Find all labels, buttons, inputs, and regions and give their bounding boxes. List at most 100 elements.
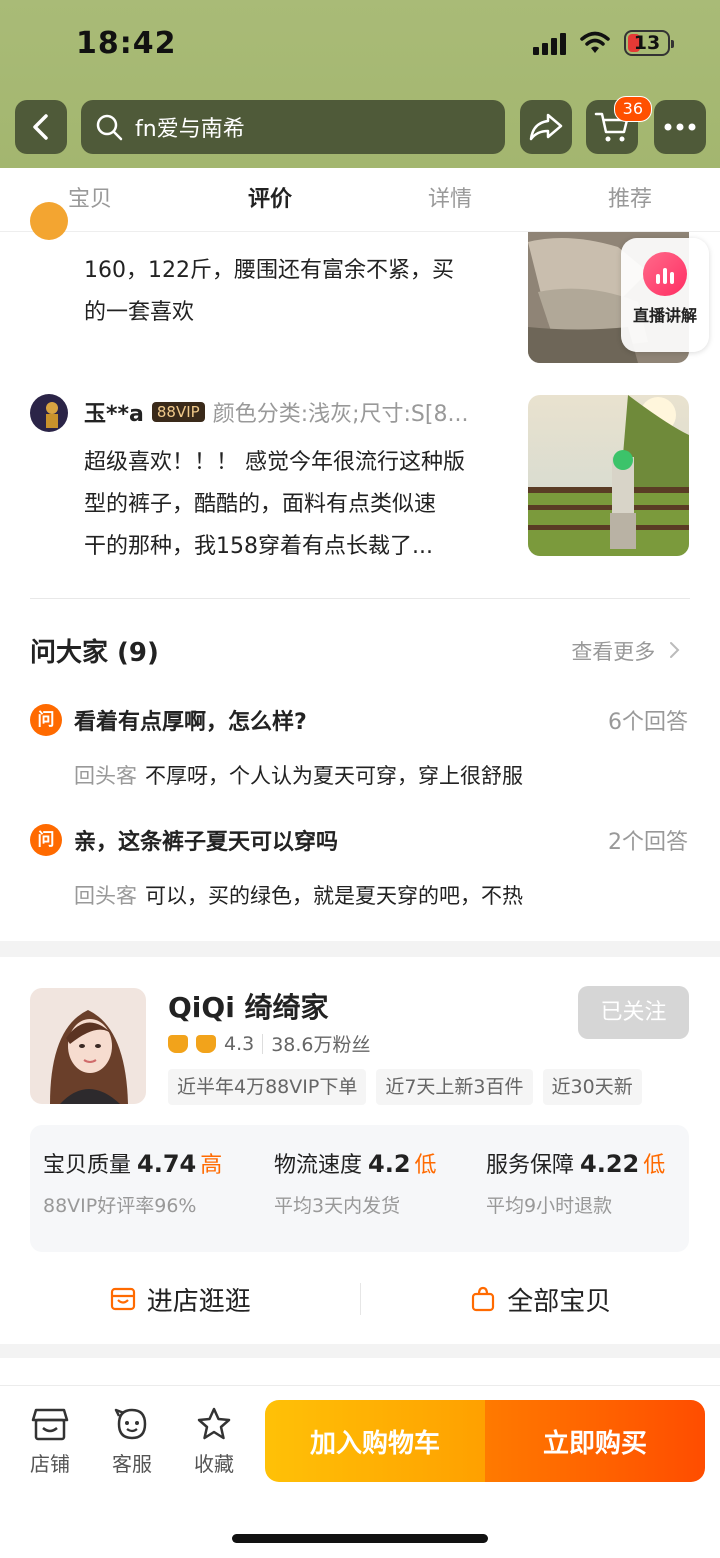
score-level: 低: [643, 1153, 666, 1178]
reviewer-name: 玉**a: [84, 402, 144, 427]
score-value: 4.74: [137, 1150, 197, 1178]
section-divider: [30, 598, 690, 599]
score-logistics: 物流速度 4.2 低 平均3天内发货: [274, 1147, 437, 1218]
review-text-line: 超级喜欢！！！ 感觉今年很流行这种版: [84, 450, 465, 475]
review-spec: 颜色分类:浅灰;尺寸:S[8...: [212, 402, 469, 427]
add-to-cart-button[interactable]: 加入购物车: [265, 1400, 485, 1482]
section-gap: [0, 1344, 720, 1358]
tab-recommend[interactable]: 推荐: [540, 168, 720, 231]
answer-text: 不厚呀，个人认为夏天可穿，穿上很舒服: [145, 764, 523, 788]
review-item[interactable]: 160，122斤，腰围还有富余不紧，买 的一套喜欢: [0, 202, 720, 372]
crown-icon: [168, 1034, 188, 1053]
favorite-nav-label: 收藏: [194, 1452, 234, 1476]
enter-shop-button[interactable]: 进店逛逛: [0, 1281, 360, 1318]
battery-icon: 13: [624, 30, 674, 56]
score-value: 4.2: [368, 1150, 411, 1178]
score-level: 低: [414, 1153, 437, 1178]
crown-icon: [196, 1034, 216, 1053]
store-icon: [110, 1287, 135, 1311]
review-text: 160，122斤，腰围还有富余不紧，买 的一套喜欢: [84, 250, 504, 334]
review-text: 超级喜欢！！！ 感觉今年很流行这种版 型的裤子，酷酷的，面料有点类似速 干的那种…: [84, 442, 504, 568]
score-label: 服务保障: [486, 1153, 575, 1178]
review-text-line: 干的那种，我158穿着有点长裁了...: [84, 534, 433, 559]
nav-toolbar: fn爱与南希 36: [0, 96, 720, 156]
review-photo[interactable]: [528, 395, 689, 556]
score-service: 服务保障 4.22 低 平均9小时退款: [486, 1147, 665, 1218]
answer-line: 回头客 不厚呀，个人认为夏天可穿，穿上很舒服: [74, 760, 523, 790]
review-photo-image: [528, 395, 689, 556]
meta-divider: [262, 1033, 264, 1054]
store-nav-button[interactable]: 店铺: [20, 1406, 80, 1477]
search-query: fn爱与南希: [135, 117, 245, 142]
battery-level: 13: [633, 32, 661, 54]
enter-shop-label: 进店逛逛: [146, 1286, 251, 1317]
score-label: 宝贝质量: [43, 1153, 132, 1178]
shop-tag: 近30天新: [542, 1069, 642, 1105]
shop-links: 进店逛逛 全部宝贝: [0, 1270, 720, 1328]
reviewer-avatar: [30, 394, 68, 432]
question-icon: 问: [30, 704, 62, 736]
shop-fans: 38.6万粉丝: [271, 1034, 371, 1056]
score-sub: 88VIP好评率96%: [43, 1195, 197, 1217]
review-item[interactable]: 玉**a 88VIP 颜色分类:浅灰;尺寸:S[8... 超级喜欢！！！ 感觉今…: [0, 394, 720, 564]
vip-badge: 88VIP: [151, 402, 205, 422]
score-quality: 宝贝质量 4.74 高 88VIP好评率96%: [43, 1147, 222, 1218]
service-nav-label: 客服: [112, 1452, 152, 1476]
all-items-button[interactable]: 全部宝贝: [361, 1281, 720, 1318]
store-nav-label: 店铺: [30, 1452, 70, 1476]
shop-avatar-image: [30, 988, 146, 1104]
tab-items[interactable]: 宝贝: [0, 168, 180, 231]
shop-avatar[interactable]: [30, 988, 146, 1104]
more-dots-icon: [664, 123, 696, 131]
wifi-icon: [580, 31, 610, 53]
shop-tag: 近7天上新3百件: [376, 1069, 533, 1105]
star-icon: [197, 1407, 231, 1440]
chevron-left-icon: [33, 114, 48, 140]
tab-reviews[interactable]: 评价: [180, 168, 360, 231]
live-explain-button[interactable]: 直播讲解: [621, 238, 709, 352]
answer-line: 回头客 可以，买的绿色，就是夏天穿的吧，不热: [74, 880, 523, 910]
live-explain-label: 直播讲解: [632, 306, 697, 325]
back-button[interactable]: [15, 100, 67, 154]
shop-tags: 近半年4万88VIP下单 近7天上新3百件 近30天新: [168, 1069, 690, 1105]
qa-title: 问大家 (9): [30, 638, 159, 668]
answer-text: 可以，买的绿色，就是夏天穿的吧，不热: [145, 884, 523, 908]
follow-button[interactable]: 已关注: [578, 986, 689, 1039]
score-value: 4.22: [580, 1150, 640, 1178]
share-icon: [529, 113, 563, 141]
share-button[interactable]: [520, 100, 572, 154]
purchase-actions: 加入购物车 立即购买: [265, 1400, 705, 1482]
score-label: 物流速度: [274, 1153, 363, 1178]
search-input[interactable]: fn爱与南希: [81, 100, 505, 154]
review-text-line: 的一套喜欢: [84, 300, 195, 325]
all-items-label: 全部宝贝: [507, 1286, 612, 1317]
shop-meta: 4.3 38.6万粉丝: [168, 1030, 371, 1057]
cart-button[interactable]: 36: [586, 96, 652, 154]
shop-name[interactable]: QiQi 绮绮家: [168, 986, 329, 1026]
store-icon: [31, 1408, 69, 1441]
more-button[interactable]: [654, 100, 706, 154]
question-icon: 问: [30, 824, 62, 856]
shop-scores: 宝贝质量 4.74 高 88VIP好评率96% 物流速度 4.2 低 平均3天内发货 服…: [30, 1125, 689, 1252]
favorite-nav-button[interactable]: 收藏: [184, 1406, 244, 1477]
section-tabs: 宝贝 评价 详情 推荐: [0, 168, 720, 232]
cart-count-badge: 36: [613, 96, 652, 122]
shop-rating: 4.3: [224, 1032, 255, 1055]
reviewer-info: 玉**a 88VIP 颜色分类:浅灰;尺寸:S[8...: [84, 396, 503, 428]
qa-view-more-link[interactable]: 查看更多: [571, 636, 680, 666]
section-gap: [0, 941, 720, 957]
answer-count: 2个回答: [608, 830, 688, 855]
search-icon: [96, 114, 123, 141]
status-time: 18:42: [76, 26, 177, 61]
service-nav-button[interactable]: 客服: [102, 1406, 162, 1477]
review-text-line: 160，122斤，腰围还有富余不紧，买: [84, 258, 454, 283]
score-sub: 平均9小时退款: [486, 1195, 613, 1217]
answer-count: 6个回答: [608, 710, 688, 735]
score-level: 高: [200, 1153, 223, 1178]
bottom-action-bar: 店铺 客服 收藏 加入购物车 立即购买: [0, 1385, 720, 1558]
cellular-signal-icon: [533, 31, 566, 55]
tab-details[interactable]: 详情: [360, 168, 540, 231]
status-indicators: 13: [533, 30, 674, 56]
buy-now-button[interactable]: 立即购买: [485, 1400, 705, 1482]
live-chart-icon: [643, 252, 687, 296]
